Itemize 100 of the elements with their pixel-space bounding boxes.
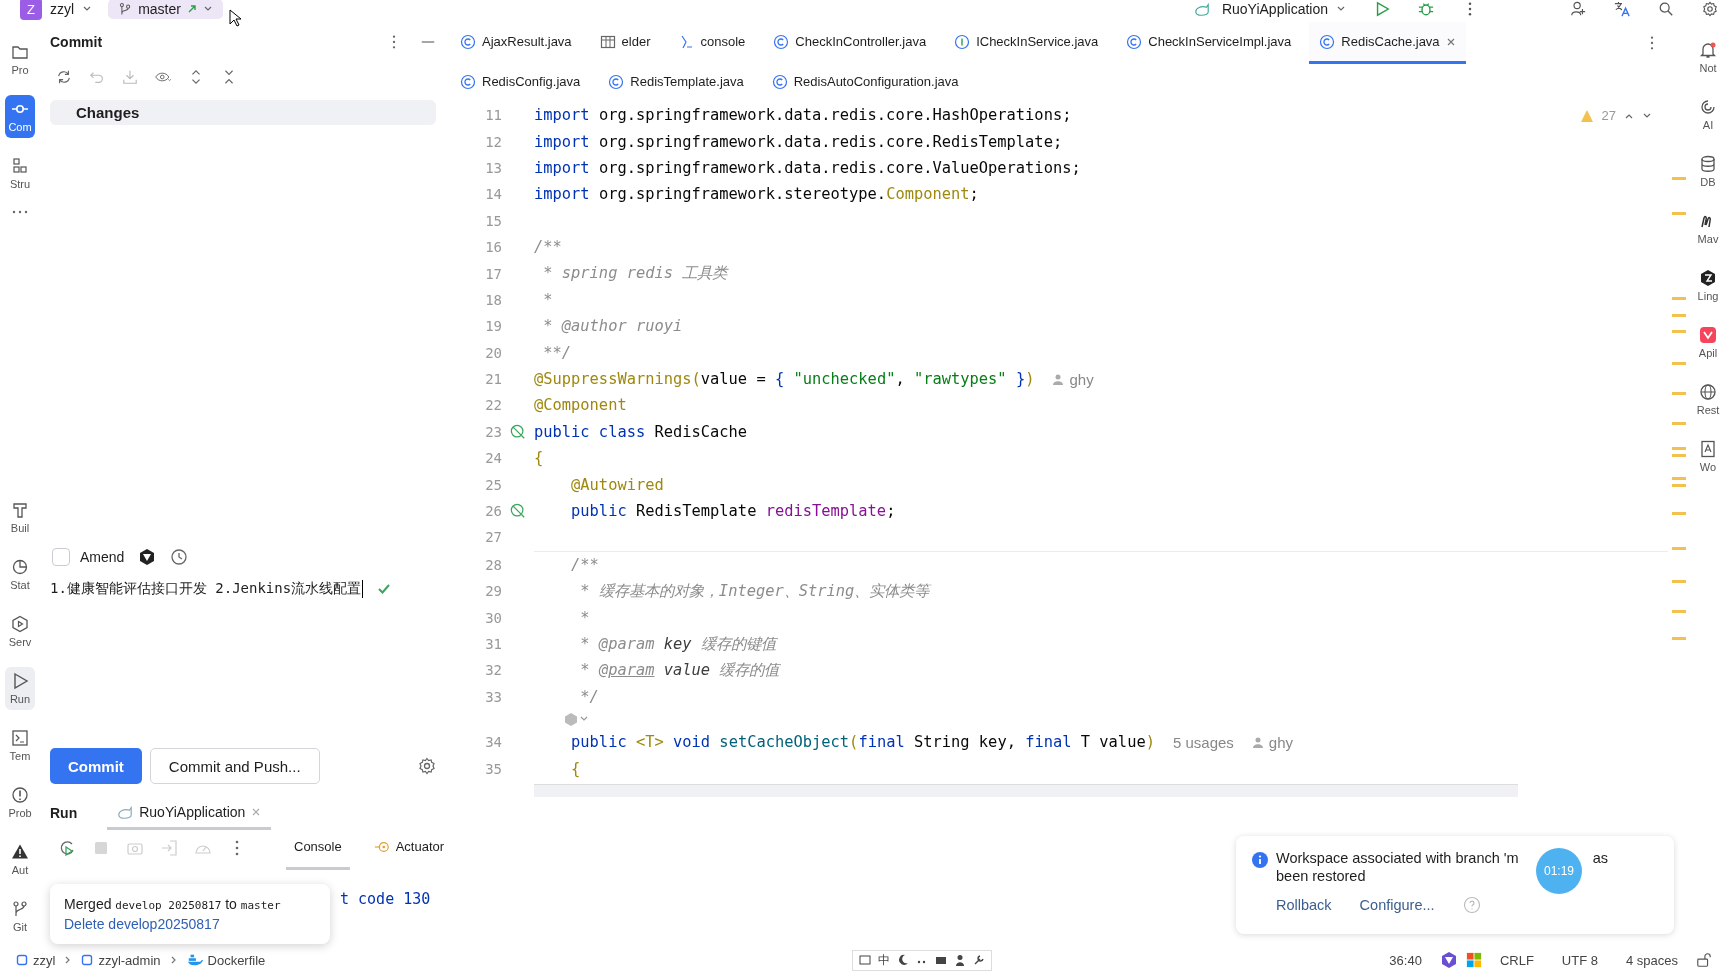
- download-icon[interactable]: [122, 69, 138, 85]
- line-number: 26: [484, 503, 502, 520]
- branch-widget[interactable]: master: [108, 0, 223, 19]
- amend-checkbox[interactable]: [52, 548, 70, 566]
- tool-window-button[interactable]: Tem: [5, 724, 35, 767]
- line-separator[interactable]: CRLF: [1499, 952, 1534, 968]
- class-icon: [460, 73, 476, 90]
- editor-tab[interactable]: CheckInServiceImpl.java: [1116, 22, 1302, 64]
- tool-window-button[interactable]: Stat: [5, 553, 35, 596]
- tool-window-button[interactable]: Pro: [5, 38, 35, 81]
- code-line: import org.springframework.data.redis.core.ValueOperations;: [534, 158, 1081, 177]
- editor-tab[interactable]: CheckInController.java: [763, 22, 937, 64]
- warning-icon: [11, 843, 29, 861]
- line-number: 35: [484, 760, 502, 777]
- bean-gutter-icon[interactable]: [510, 503, 526, 520]
- run-tab[interactable]: RuoYiApplication: [107, 796, 272, 830]
- notification-action-link[interactable]: Rollback: [1276, 897, 1332, 913]
- tool-window-button[interactable]: Aut: [5, 838, 35, 881]
- tool-window-button[interactable]: Run: [5, 667, 35, 710]
- rerun-icon[interactable]: [58, 839, 76, 857]
- commit-button[interactable]: Commit: [50, 748, 142, 784]
- console-tab[interactable]: Actuator: [365, 826, 453, 870]
- login-icon[interactable]: [160, 839, 178, 857]
- project-badge[interactable]: Z: [20, 0, 42, 20]
- lock-icon[interactable]: [1696, 952, 1712, 968]
- more-icon[interactable]: [11, 209, 29, 215]
- whale-icon: [186, 952, 203, 968]
- bean-gutter-icon[interactable]: [510, 423, 526, 440]
- tool-window-button[interactable]: Mav: [1693, 207, 1723, 250]
- close-icon[interactable]: [251, 806, 262, 817]
- code-line: /**: [570, 555, 599, 574]
- caret-position[interactable]: 36:40: [1389, 952, 1422, 968]
- code-line: * @param key 缓存的键值: [579, 633, 776, 655]
- clock-icon[interactable]: [170, 548, 189, 566]
- code-line: **/: [542, 343, 572, 362]
- tool-window-button[interactable]: Stru: [5, 152, 35, 195]
- commit-message-field[interactable]: 1.健康智能评估接口开发 2.Jenkins流水线配置: [50, 580, 364, 598]
- editor-tab[interactable]: RedisConfig.java: [450, 64, 591, 102]
- run-configuration-menu[interactable]: RuoYiApplication: [1219, 1, 1330, 17]
- line-number: 30: [484, 609, 502, 626]
- settings-icon[interactable]: [1702, 1, 1718, 17]
- tool-window-button[interactable]: Prob: [5, 781, 35, 824]
- refresh-icon[interactable]: [56, 69, 72, 85]
- editor-tab[interactable]: RedisAutoConfiguration.java: [761, 64, 969, 102]
- settings-icon[interactable]: [418, 757, 436, 775]
- tool-window-button[interactable]: Wo: [1693, 435, 1723, 478]
- console-tab[interactable]: Console: [286, 826, 350, 870]
- usages-hint[interactable]: 5 usages: [1172, 733, 1234, 751]
- notification-text: been restored: [1276, 868, 1366, 884]
- editor-tab[interactable]: console: [668, 22, 756, 64]
- add-user-icon[interactable]: [1570, 1, 1586, 17]
- tool-window-button[interactable]: Com: [5, 95, 35, 138]
- tool-window-button[interactable]: Buil: [5, 496, 35, 539]
- tool-window-button[interactable]: DB: [1693, 150, 1723, 193]
- line-number: 19: [484, 318, 502, 335]
- close-icon[interactable]: [1445, 36, 1456, 47]
- file-encoding[interactable]: UTF 8: [1561, 952, 1598, 968]
- search-icon[interactable]: [1658, 1, 1674, 17]
- breadcrumb[interactable]: zzyl-admin: [81, 952, 161, 968]
- author-hint[interactable]: ghy: [1251, 733, 1294, 751]
- tool-window-button[interactable]: AI: [1693, 93, 1723, 136]
- tool-window-button[interactable]: Not: [1693, 36, 1723, 79]
- breadcrumb[interactable]: Dockerfile: [186, 952, 266, 968]
- tool-window-button[interactable]: Git: [5, 895, 35, 938]
- project-menu[interactable]: zzyl: [48, 1, 77, 17]
- run-icon[interactable]: [1374, 1, 1390, 17]
- input-method-tray[interactable]: 中: [852, 949, 993, 971]
- tool-window-button[interactable]: Serv: [5, 610, 35, 653]
- class-icon: [773, 33, 790, 50]
- author-hint[interactable]: ghy: [1052, 370, 1094, 388]
- indent-setting[interactable]: 4 spaces: [1625, 952, 1678, 968]
- editor-tab[interactable]: ICheckInService.java: [944, 22, 1109, 64]
- stop-icon[interactable]: [92, 839, 110, 857]
- commit-and-push-button[interactable]: Commit and Push...: [149, 748, 320, 784]
- interface-icon: [954, 33, 971, 50]
- warning-icon: [1579, 108, 1594, 123]
- changes-group-header[interactable]: Changes: [50, 100, 436, 125]
- code-line: @Autowired: [570, 475, 664, 494]
- tool-window-button[interactable]: Rest: [1693, 378, 1723, 421]
- code-line: * @author ruoyi: [542, 317, 683, 336]
- editor-tab[interactable]: RedisCache.java: [1309, 22, 1466, 64]
- branch-icon: [118, 2, 133, 16]
- tool-window-button[interactable]: Ling: [1693, 264, 1723, 307]
- arrow-icon: [186, 4, 197, 14]
- ai-assistant-icon[interactable]: [138, 548, 157, 566]
- notification-action-link[interactable]: Configure...: [1359, 897, 1435, 913]
- editor-tab[interactable]: AjaxResult.java: [450, 22, 582, 64]
- bug-icon[interactable]: [1418, 1, 1434, 17]
- help-icon[interactable]: [1462, 896, 1481, 914]
- editor-tab[interactable]: elder: [589, 22, 661, 64]
- terminal-icon: [11, 729, 29, 747]
- delete-branch-link[interactable]: Delete develop20250817: [64, 916, 316, 932]
- breadcrumb[interactable]: zzyl: [16, 952, 56, 968]
- editor-tab[interactable]: RedisTemplate.java: [598, 64, 754, 102]
- windows-logo-icon[interactable]: [1465, 952, 1482, 968]
- ai-hint-icon[interactable]: [564, 712, 590, 727]
- git-branch-icon: [11, 900, 29, 918]
- line-number: 18: [484, 291, 502, 308]
- tool-window-button[interactable]: Apil: [1693, 321, 1723, 364]
- branch-name: master: [138, 1, 181, 17]
